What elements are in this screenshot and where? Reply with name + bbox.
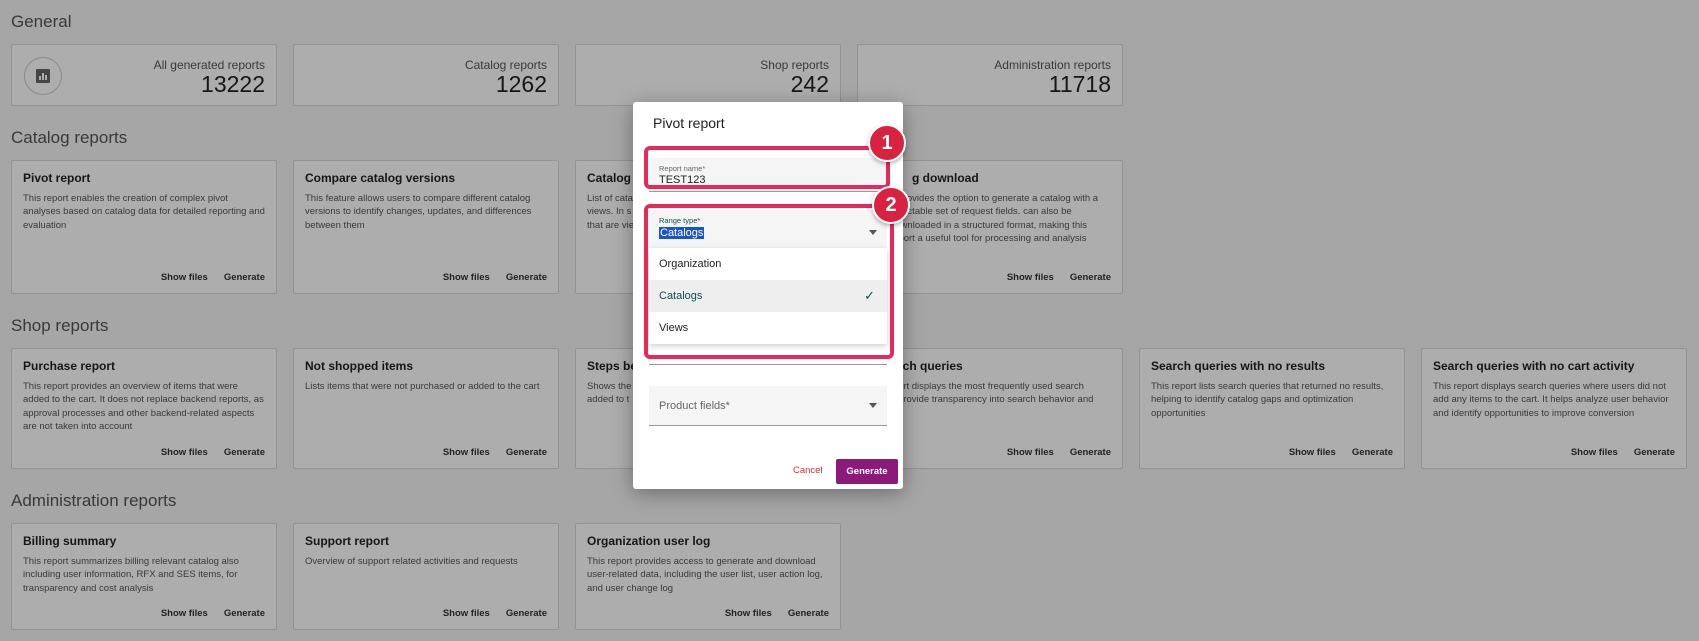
- generate-button[interactable]: Generate: [836, 459, 898, 484]
- field-placeholder: Product fields*: [659, 400, 730, 412]
- highlight-range-type: [644, 204, 894, 359]
- product-fields-select[interactable]: Product fields*: [649, 386, 887, 426]
- step-badge-2: 2: [872, 186, 910, 224]
- hidden-field-underline: [649, 364, 887, 365]
- step-badge-1: 1: [868, 124, 906, 162]
- chevron-down-icon: [869, 403, 877, 408]
- cancel-button[interactable]: Cancel: [793, 465, 823, 476]
- highlight-report-name: [644, 146, 890, 189]
- dialog-title: Pivot report: [653, 115, 725, 131]
